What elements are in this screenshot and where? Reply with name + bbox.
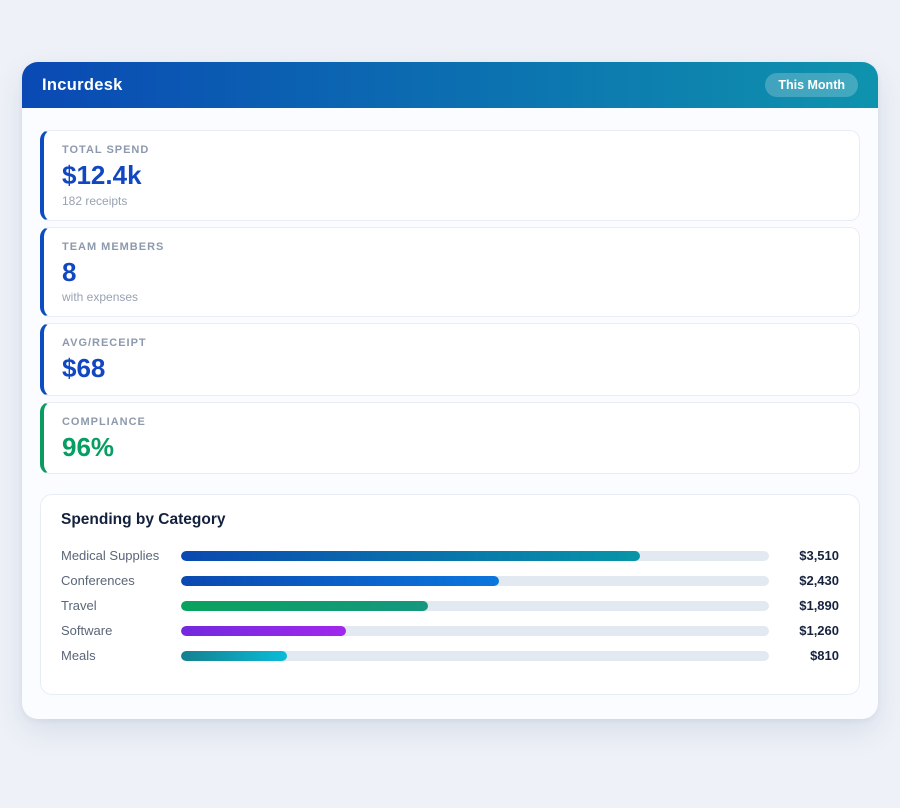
category-label: Software xyxy=(61,623,181,638)
header: Incurdesk This Month xyxy=(22,62,878,108)
category-value: $3,510 xyxy=(777,548,839,563)
category-row: Travel $1,890 xyxy=(61,593,839,618)
bar-track xyxy=(181,601,769,611)
category-label: Meals xyxy=(61,648,181,663)
category-value: $2,430 xyxy=(777,573,839,588)
stat-value: 96% xyxy=(62,433,841,462)
category-row: Medical Supplies $3,510 xyxy=(61,543,839,568)
category-row: Software $1,260 xyxy=(61,618,839,643)
stat-value: 8 xyxy=(62,258,841,287)
bar-track xyxy=(181,651,769,661)
stat-card: COMPLIANCE 96% xyxy=(40,402,860,475)
dashboard-panel: Incurdesk This Month TOTAL SPEND $12.4k … xyxy=(22,62,878,719)
stat-cards: TOTAL SPEND $12.4k 182 receipts TEAM MEM… xyxy=(40,130,860,474)
app-title: Incurdesk xyxy=(42,76,123,95)
stat-label: COMPLIANCE xyxy=(62,416,841,428)
stat-value: $68 xyxy=(62,354,841,383)
category-label: Travel xyxy=(61,598,181,613)
stat-label: TOTAL SPEND xyxy=(62,144,841,156)
category-row: Meals $810 xyxy=(61,643,839,668)
stat-label: TEAM MEMBERS xyxy=(62,241,841,253)
stat-card: AVG/RECEIPT $68 xyxy=(40,323,860,396)
bar-fill xyxy=(181,626,346,636)
spending-chart-card: Spending by Category Medical Supplies $3… xyxy=(40,494,860,695)
category-value: $1,890 xyxy=(777,598,839,613)
stat-card: TEAM MEMBERS 8 with expenses xyxy=(40,227,860,318)
category-value: $810 xyxy=(777,648,839,663)
panel-content: TOTAL SPEND $12.4k 182 receipts TEAM MEM… xyxy=(22,108,878,719)
bar-track xyxy=(181,551,769,561)
stat-value: $12.4k xyxy=(62,161,841,190)
category-value: $1,260 xyxy=(777,623,839,638)
stat-card: TOTAL SPEND $12.4k 182 receipts xyxy=(40,130,860,221)
bar-fill xyxy=(181,576,499,586)
stat-subtext: with expenses xyxy=(62,290,841,304)
chart-title: Spending by Category xyxy=(61,511,839,529)
bar-track xyxy=(181,576,769,586)
category-label: Conferences xyxy=(61,573,181,588)
bar-track xyxy=(181,626,769,636)
period-badge[interactable]: This Month xyxy=(765,73,858,97)
stat-label: AVG/RECEIPT xyxy=(62,337,841,349)
chart-rows: Medical Supplies $3,510 Conferences $2,4… xyxy=(61,543,839,668)
bar-fill xyxy=(181,651,287,661)
stat-subtext: 182 receipts xyxy=(62,194,841,208)
bar-fill xyxy=(181,551,640,561)
category-label: Medical Supplies xyxy=(61,548,181,563)
category-row: Conferences $2,430 xyxy=(61,568,839,593)
bar-fill xyxy=(181,601,428,611)
